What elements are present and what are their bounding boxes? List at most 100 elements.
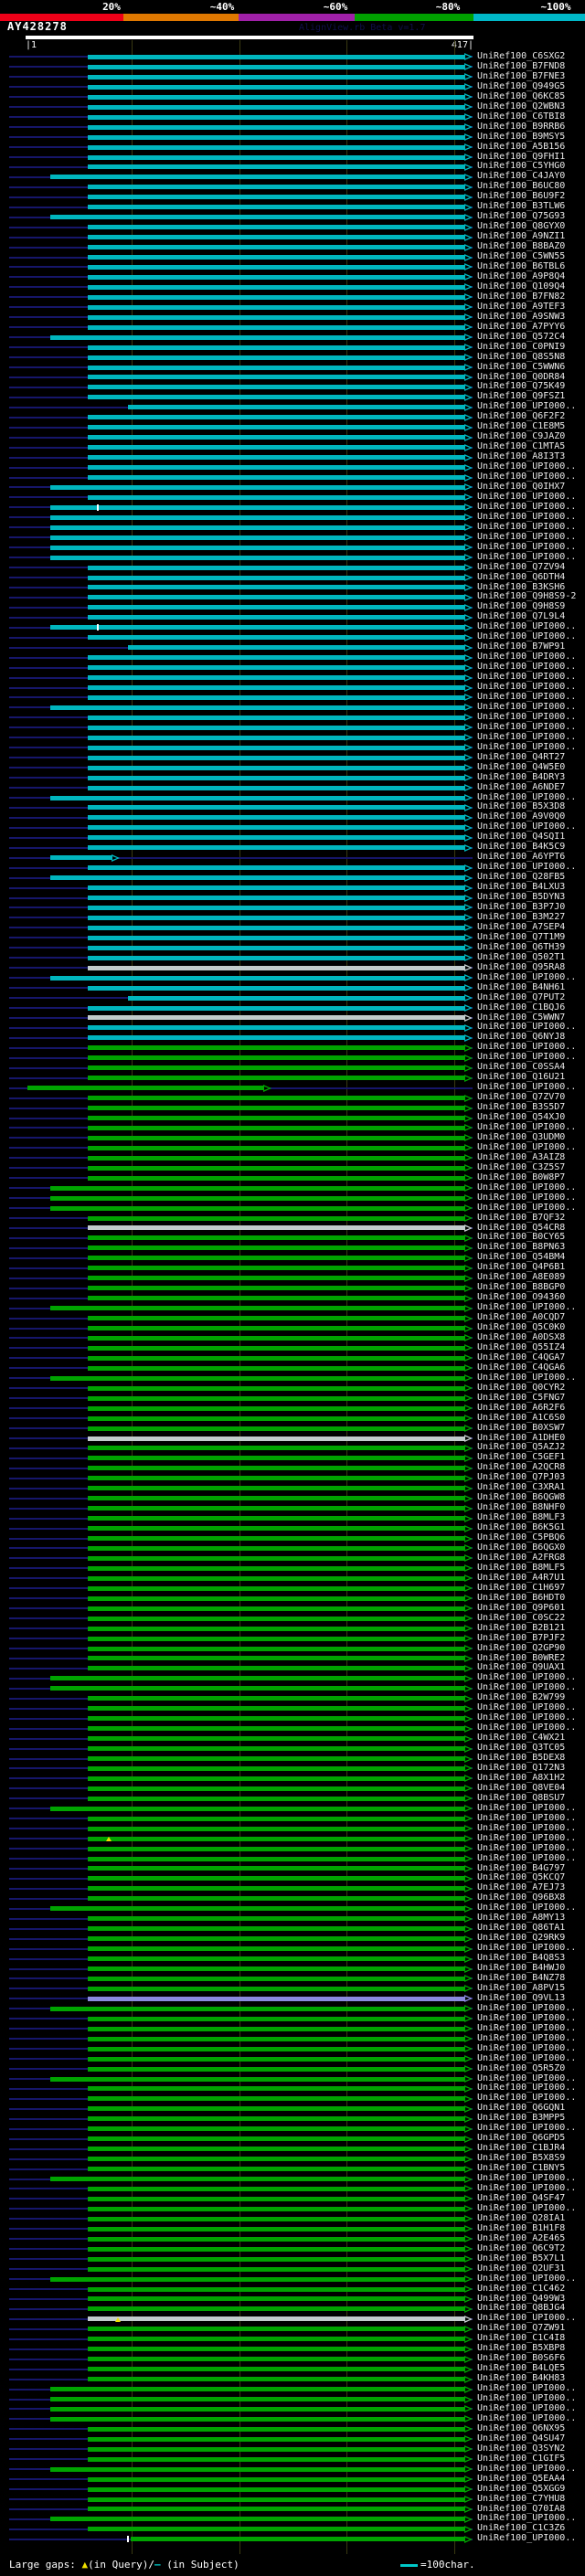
hit-bar [88,2476,464,2482]
hit-direction-arrow-inner [465,2316,470,2321]
hit-bar [49,2276,464,2282]
hit-bar [88,1145,464,1150]
hit-bar [88,1065,464,1071]
hit-bar [88,2016,464,2021]
hit-bar [88,1496,464,1501]
hit-bar [88,1225,464,1231]
hit-direction-arrow-inner [465,1716,470,1721]
alignment-row: UniRef100_UPI000.. [0,1182,585,1193]
hit-direction-arrow-inner [465,1186,470,1191]
hit-direction-arrow-inner [465,705,470,710]
hit-bar [88,1365,464,1371]
hit-bar [88,365,464,370]
hit-direction-arrow-inner [465,2047,470,2051]
hit-bar [88,985,464,991]
scale-segment-3 [239,14,355,21]
hit-direction-arrow-inner [465,2367,470,2371]
hit-label: UniRef100_B4DRY3 [477,771,566,782]
hit-bar [88,2226,464,2231]
hit-direction-arrow-inner [465,986,470,991]
hit-bar [88,1035,464,1041]
hit-direction-arrow-inner [465,776,470,780]
hit-bar [88,235,464,240]
hit-bar [88,1486,464,1491]
hit-direction-arrow-inner [465,2106,470,2111]
hit-label: UniRef100_Q8S5N8 [477,351,566,362]
hit-direction-arrow-inner [465,675,470,680]
hit-bar [88,1986,464,1991]
hit-direction-arrow-inner [465,1466,470,1470]
hit-bar [88,2507,464,2512]
hit-bar [88,1165,464,1171]
alignment-row: UniRef100_B0XSW7 [0,1423,585,1434]
hit-bar [88,205,464,210]
hit-bar [88,2086,464,2092]
hit-direction-arrow-inner [465,185,470,189]
hit-direction-arrow-inner [263,1086,269,1090]
hit-bar [49,334,464,340]
hit-direction-arrow-inner [465,1266,470,1270]
hit-bar [88,1395,464,1401]
hit-bar [88,1296,464,1301]
hit-bar [88,1335,464,1341]
hit-label: UniRef100_Q5R5Z0 [477,2062,566,2073]
hit-bar [88,2036,464,2041]
alignment-row: UniRef100_UPI000.. [0,1203,585,1214]
hit-direction-arrow-inner [465,566,470,570]
hit-direction-arrow-inner [465,75,470,80]
hit-direction-arrow-inner [465,1576,470,1581]
hit-direction-arrow-inner [465,2177,470,2181]
hit-direction-arrow-inner [465,885,470,890]
hit-direction-arrow-inner [465,2167,470,2171]
hit-bar [88,1765,464,1771]
hit-label: UniRef100_Q5XGG9 [477,2483,566,2494]
hit-bar [88,1526,464,1532]
hit-direction-arrow-inner [465,936,470,940]
gap-legend: Large gaps: ▲(in Query)/— (in Subject) [9,2559,239,2571]
hit-direction-arrow-inner [465,625,470,630]
hit-label: UniRef100_B5X7L1 [477,2253,566,2263]
hit-bar [88,2106,464,2112]
hit-bar [88,655,464,661]
hit-direction-arrow-inner [465,2257,470,2262]
hit-bar [88,1215,464,1221]
hit-direction-arrow-inner [465,2487,470,2492]
hit-direction-arrow-inner [465,265,470,270]
alignment-row: UniRef100_UPI000.. [0,2053,585,2064]
hit-bar [88,2147,464,2152]
hit-direction-arrow-inner [465,2437,470,2442]
hit-bar [88,845,464,851]
hit-direction-arrow-inner [465,2447,470,2452]
hit-label: UniRef100_Q4W5E0 [477,761,566,772]
hit-label: UniRef100_A5B156 [477,141,566,152]
hit-bar [88,1385,464,1391]
hit-direction-arrow-inner [465,145,470,150]
hit-bar [88,225,464,230]
hit-direction-arrow-inner [465,1676,470,1680]
hit-bar [49,545,464,550]
hit-bar [88,2026,464,2031]
scale-segment-5 [473,14,585,21]
hit-direction-arrow-inner [465,1706,470,1711]
hit-direction-arrow-inner [465,1906,470,1911]
hit-direction-arrow-inner [465,1506,470,1511]
hit-direction-arrow-inner [465,966,470,970]
hit-bar [88,1866,464,1871]
hit-bar [88,765,464,770]
hit-direction-arrow-inner [465,1366,470,1371]
hit-direction-arrow-inner [465,1396,470,1401]
hit-bar [49,2397,464,2401]
hit-bar [88,2206,464,2211]
hit-bar [88,775,464,780]
hit-bar [27,1086,263,1091]
hit-direction-arrow-inner [465,375,470,379]
query-gap-text: (in Query)/ [88,2559,154,2571]
hit-label: UniRef100_Q6DTH4 [477,571,566,582]
hit-direction-arrow-inner [465,2277,470,2282]
hit-bar [88,465,464,471]
hit-bar [88,314,464,320]
hit-bar [88,915,464,920]
hit-direction-arrow-inner [465,2147,470,2151]
hit-direction-arrow-inner [465,1296,470,1300]
hit-direction-arrow-inner [465,1837,470,1841]
